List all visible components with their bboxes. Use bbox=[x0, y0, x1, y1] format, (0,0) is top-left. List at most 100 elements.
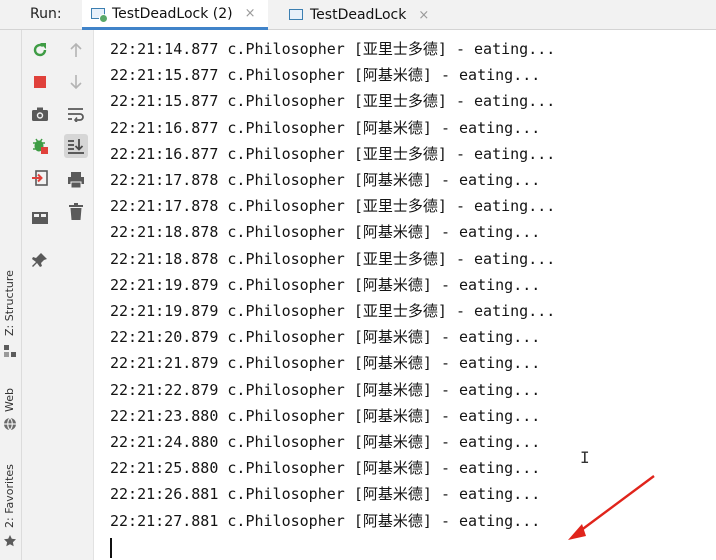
log-message: - eating... bbox=[455, 40, 556, 58]
log-timestamp: 22:21:16.877 bbox=[110, 144, 219, 163]
log-thread-name: 阿基米德 bbox=[362, 275, 423, 294]
log-message: - eating... bbox=[455, 249, 556, 268]
console-line: 22:21:17.878 c.Philosopher [阿基米德] - eati… bbox=[110, 171, 541, 189]
soft-wrap-icon[interactable] bbox=[64, 102, 88, 126]
console-line: 22:21:18.878 c.Philosopher [亚里士多德] - eat… bbox=[110, 249, 556, 268]
log-message: - eating... bbox=[440, 223, 541, 242]
console-line: 22:21:21.879 c.Philosopher [阿基米德] - eati… bbox=[110, 354, 541, 373]
console-line: 22:21:16.877 c.Philosopher [亚里士多德] - eat… bbox=[110, 144, 556, 163]
log-message: - eating... bbox=[440, 485, 541, 504]
console-line: 22:21:23.880 c.Philosopher [阿基米德] - eati… bbox=[110, 406, 541, 425]
console-line: 22:21:19.879 c.Philosopher [亚里士多德] - eat… bbox=[110, 302, 556, 320]
side-tool-strip: Z: Structure Web 2: Favorites bbox=[0, 30, 22, 560]
log-logger: c.Philosopher bbox=[227, 171, 345, 189]
print-icon[interactable] bbox=[64, 168, 88, 192]
log-timestamp: 22:21:16.877 bbox=[110, 118, 219, 137]
console-line: 22:21:27.881 c.Philosopher [阿基米德] - eati… bbox=[110, 511, 541, 530]
log-logger: c.Philosopher bbox=[227, 485, 345, 504]
exit-icon[interactable] bbox=[28, 166, 52, 190]
log-timestamp: 22:21:15.877 bbox=[110, 66, 219, 85]
web-tab[interactable]: Web bbox=[3, 388, 16, 412]
stop-icon[interactable] bbox=[28, 70, 52, 94]
debug-icon[interactable] bbox=[28, 134, 52, 158]
console-line: 22:21:24.880 c.Philosopher [阿基米德] - eati… bbox=[110, 433, 541, 451]
layout-icon[interactable] bbox=[28, 206, 52, 230]
trash-icon[interactable] bbox=[64, 200, 88, 224]
log-message: - eating... bbox=[455, 302, 556, 320]
log-timestamp: 22:21:23.880 bbox=[110, 406, 219, 425]
pin-icon[interactable] bbox=[28, 248, 52, 272]
log-logger: c.Philosopher bbox=[227, 197, 345, 216]
log-timestamp: 22:21:19.879 bbox=[110, 275, 219, 294]
log-message: - eating... bbox=[455, 144, 556, 163]
log-thread-name: 阿基米德 bbox=[362, 66, 423, 85]
red-arrow-icon bbox=[568, 475, 655, 540]
log-logger: c.Philosopher bbox=[227, 118, 345, 137]
structure-tab[interactable]: Z: Structure bbox=[3, 270, 16, 336]
log-timestamp: 22:21:20.879 bbox=[110, 328, 219, 347]
log-message: - eating... bbox=[440, 354, 541, 373]
text-caret bbox=[110, 538, 112, 558]
tab-label: TestDeadLock bbox=[310, 7, 407, 23]
log-logger: c.Philosopher bbox=[227, 302, 345, 320]
log-thread-name: 阿基米德 bbox=[362, 118, 423, 137]
log-thread-name: 亚里士多德 bbox=[362, 144, 438, 163]
log-thread-name: 亚里士多德 bbox=[362, 40, 438, 58]
log-thread-name: 亚里士多德 bbox=[362, 197, 438, 216]
log-timestamp: 22:21:21.879 bbox=[110, 354, 219, 373]
tab-testdeadlock-2[interactable]: TestDeadLock (2) × bbox=[82, 0, 268, 30]
console-line: 22:21:15.877 c.Philosopher [亚里士多德] - eat… bbox=[110, 92, 556, 111]
log-timestamp: 22:21:17.878 bbox=[110, 197, 219, 216]
log-logger: c.Philosopher bbox=[227, 459, 345, 478]
log-timestamp: 22:21:22.879 bbox=[110, 380, 219, 399]
star-icon bbox=[3, 533, 17, 547]
log-message: - eating... bbox=[440, 433, 541, 451]
log-thread-name: 亚里士多德 bbox=[362, 249, 438, 268]
log-logger: c.Philosopher bbox=[227, 40, 345, 58]
console-line: 22:21:18.878 c.Philosopher [阿基米德] - eati… bbox=[110, 223, 541, 242]
favorites-tab[interactable]: 2: Favorites bbox=[3, 464, 16, 528]
run-actions-toolbar bbox=[22, 30, 58, 560]
log-message: - eating... bbox=[440, 275, 541, 294]
log-thread-name: 阿基米德 bbox=[362, 511, 423, 530]
console-line: 22:21:25.880 c.Philosopher [阿基米德] - eati… bbox=[110, 459, 541, 478]
log-thread-name: 阿基米德 bbox=[362, 485, 423, 504]
console-line: 22:21:20.879 c.Philosopher [阿基米德] - eati… bbox=[110, 328, 541, 347]
log-logger: c.Philosopher bbox=[227, 92, 345, 111]
close-icon[interactable]: × bbox=[245, 6, 256, 21]
log-logger: c.Philosopher bbox=[227, 380, 345, 399]
scroll-to-end-icon[interactable] bbox=[64, 134, 88, 158]
log-timestamp: 22:21:25.880 bbox=[110, 459, 219, 478]
console-line: 22:21:26.881 c.Philosopher [阿基米德] - eati… bbox=[110, 485, 541, 504]
tab-testdeadlock[interactable]: TestDeadLock × bbox=[280, 0, 446, 30]
log-timestamp: 22:21:18.878 bbox=[110, 249, 219, 268]
console-line: 22:21:14.877 c.Philosopher [亚里士多德] - eat… bbox=[110, 40, 556, 58]
camera-icon[interactable] bbox=[28, 102, 52, 126]
log-timestamp: 22:21:17.878 bbox=[110, 171, 219, 189]
log-timestamp: 22:21:19.879 bbox=[110, 302, 219, 320]
close-icon[interactable]: × bbox=[418, 8, 429, 23]
log-message: - eating... bbox=[440, 459, 541, 478]
log-logger: c.Philosopher bbox=[227, 511, 345, 530]
console-line: 22:21:17.878 c.Philosopher [亚里士多德] - eat… bbox=[110, 197, 556, 216]
rerun-icon[interactable] bbox=[28, 38, 52, 62]
log-logger: c.Philosopher bbox=[227, 433, 345, 451]
log-message: - eating... bbox=[455, 92, 556, 111]
console-line: 22:21:22.879 c.Philosopher [阿基米德] - eati… bbox=[110, 380, 541, 399]
log-message: - eating... bbox=[440, 406, 541, 425]
down-arrow-icon[interactable] bbox=[64, 70, 88, 94]
console-actions-toolbar bbox=[58, 30, 94, 560]
structure-icon bbox=[4, 342, 16, 357]
run-label: Run: bbox=[30, 6, 62, 22]
run-config-icon bbox=[90, 6, 108, 23]
console-line: 22:21:19.879 c.Philosopher [阿基米德] - eati… bbox=[110, 275, 541, 294]
log-message: - eating... bbox=[440, 380, 541, 399]
console-output[interactable]: I 22:21:14.877 c.Philosopher [亚里士多德] - e… bbox=[94, 30, 716, 560]
up-arrow-icon[interactable] bbox=[64, 38, 88, 62]
log-message: - eating... bbox=[440, 66, 541, 85]
log-timestamp: 22:21:14.877 bbox=[110, 40, 219, 58]
log-timestamp: 22:21:26.881 bbox=[110, 485, 219, 504]
console-line: 22:21:15.877 c.Philosopher [阿基米德] - eati… bbox=[110, 66, 541, 85]
log-message: - eating... bbox=[440, 511, 541, 530]
globe-icon bbox=[3, 416, 17, 431]
